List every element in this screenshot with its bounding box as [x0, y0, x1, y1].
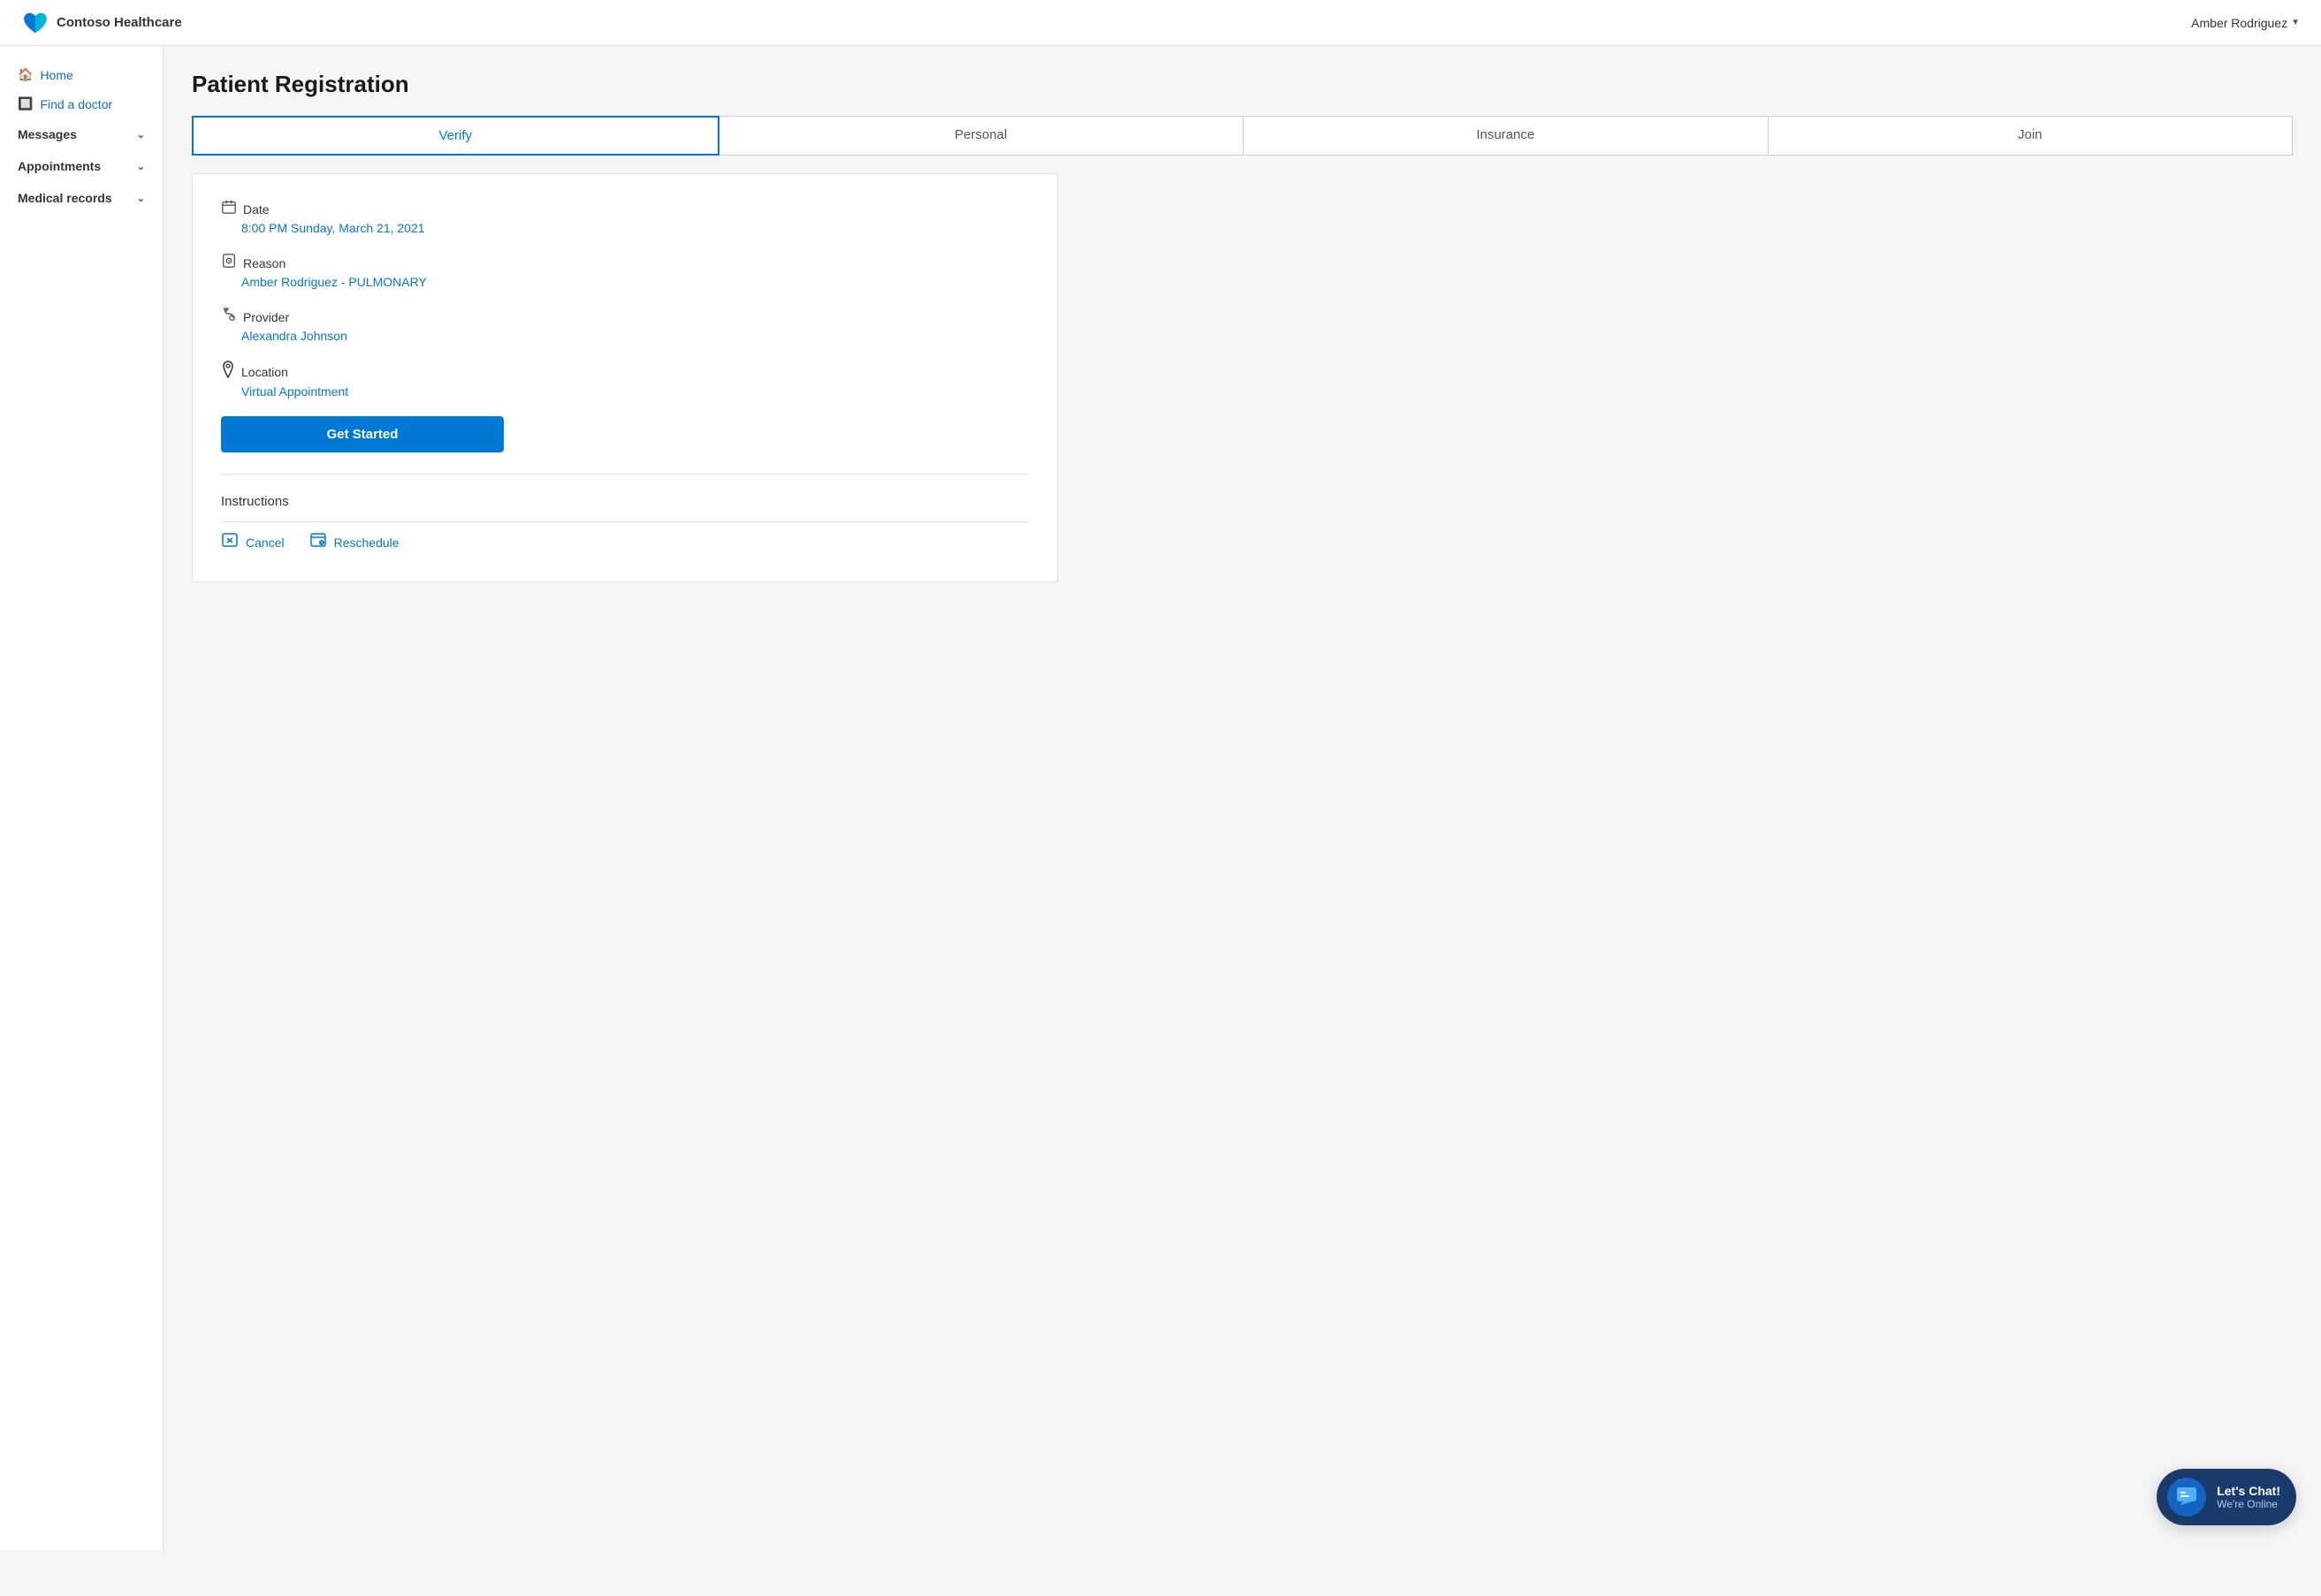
user-name: Amber Rodriguez: [2191, 16, 2287, 30]
appointment-card: Date 8:00 PM Sunday, March 21, 2021 Reas…: [192, 173, 1058, 582]
sidebar-item-find-doctor[interactable]: 🔲 Find a doctor: [0, 89, 163, 118]
chat-bubble[interactable]: Let's Chat! We're Online: [2157, 1469, 2296, 1525]
chat-title: Let's Chat!: [2217, 1484, 2280, 1498]
date-label: Date: [243, 202, 270, 217]
layout: 🏠 Home 🔲 Find a doctor Messages ⌄ Appoin…: [0, 46, 2321, 1550]
find-doctor-icon: 🔲: [18, 96, 33, 111]
location-row: Location Virtual Appointment: [221, 361, 1029, 399]
provider-label: Provider: [243, 310, 289, 324]
reason-label-row: Reason: [221, 253, 1029, 273]
logo-icon: [21, 9, 49, 37]
reason-icon: [221, 253, 237, 273]
reschedule-link[interactable]: Reschedule: [309, 531, 400, 553]
chat-subtitle: We're Online: [2217, 1498, 2280, 1510]
location-value: Virtual Appointment: [241, 384, 1029, 399]
sidebar-item-find-doctor-label: Find a doctor: [40, 97, 112, 111]
page-title: Patient Registration: [192, 71, 2293, 98]
logo: Contoso Healthcare: [21, 9, 182, 37]
reschedule-label: Reschedule: [334, 536, 400, 550]
provider-value: Alexandra Johnson: [241, 329, 1029, 343]
sidebar-collapsible-medical-records[interactable]: Medical records ⌄: [0, 182, 163, 214]
chat-icon-wrapper: [2167, 1478, 2206, 1516]
tab-insurance[interactable]: Insurance: [1244, 116, 1769, 156]
sidebar: 🏠 Home 🔲 Find a doctor Messages ⌄ Appoin…: [0, 46, 164, 1550]
get-started-button[interactable]: Get Started: [221, 416, 504, 452]
sidebar-collapsible-appointments[interactable]: Appointments ⌄: [0, 150, 163, 182]
reason-label: Reason: [243, 256, 285, 270]
date-label-row: Date: [221, 199, 1029, 219]
messages-chevron-icon: ⌄: [137, 129, 145, 141]
sidebar-records-label: Medical records: [18, 191, 112, 205]
tab-verify[interactable]: Verify: [192, 116, 719, 156]
calendar-icon: [221, 199, 237, 219]
user-menu[interactable]: Amber Rodriguez ▼: [2191, 16, 2300, 30]
user-chevron-icon: ▼: [2291, 18, 2300, 27]
stethoscope-icon: [221, 307, 237, 327]
appointments-chevron-icon: ⌄: [137, 161, 145, 172]
card-actions: Cancel Reschedule: [221, 521, 1029, 557]
home-icon: 🏠: [18, 67, 33, 82]
main-content: Patient Registration Verify Personal Ins…: [164, 46, 2321, 1550]
date-row: Date 8:00 PM Sunday, March 21, 2021: [221, 199, 1029, 235]
chat-bubble-text: Let's Chat! We're Online: [2217, 1484, 2280, 1510]
sidebar-collapsible-messages[interactable]: Messages ⌄: [0, 118, 163, 150]
reason-value: Amber Rodriguez - PULMONARY: [241, 275, 1029, 289]
records-chevron-icon: ⌄: [137, 193, 145, 204]
tab-personal[interactable]: Personal: [719, 116, 1244, 156]
sidebar-appointments-label: Appointments: [18, 159, 101, 173]
instructions-label: Instructions: [221, 482, 1029, 521]
cancel-icon: [221, 531, 239, 553]
provider-label-row: Provider: [221, 307, 1029, 327]
tabs: Verify Personal Insurance Join: [192, 116, 2293, 156]
sidebar-messages-label: Messages: [18, 127, 77, 141]
location-label-row: Location: [221, 361, 1029, 383]
tab-join[interactable]: Join: [1769, 116, 2294, 156]
reschedule-icon: [309, 531, 327, 553]
date-value: 8:00 PM Sunday, March 21, 2021: [241, 221, 1029, 235]
cancel-link[interactable]: Cancel: [221, 531, 285, 553]
reason-row: Reason Amber Rodriguez - PULMONARY: [221, 253, 1029, 289]
location-pin-icon: [221, 361, 235, 383]
logo-text: Contoso Healthcare: [57, 15, 182, 30]
provider-row: Provider Alexandra Johnson: [221, 307, 1029, 343]
divider-1: [221, 474, 1029, 475]
location-label: Location: [241, 365, 288, 379]
sidebar-item-home-label: Home: [40, 68, 72, 82]
cancel-label: Cancel: [246, 536, 285, 550]
header: Contoso Healthcare Amber Rodriguez ▼: [0, 0, 2321, 46]
chat-icon: [2175, 1486, 2198, 1509]
sidebar-item-home[interactable]: 🏠 Home: [0, 60, 163, 89]
